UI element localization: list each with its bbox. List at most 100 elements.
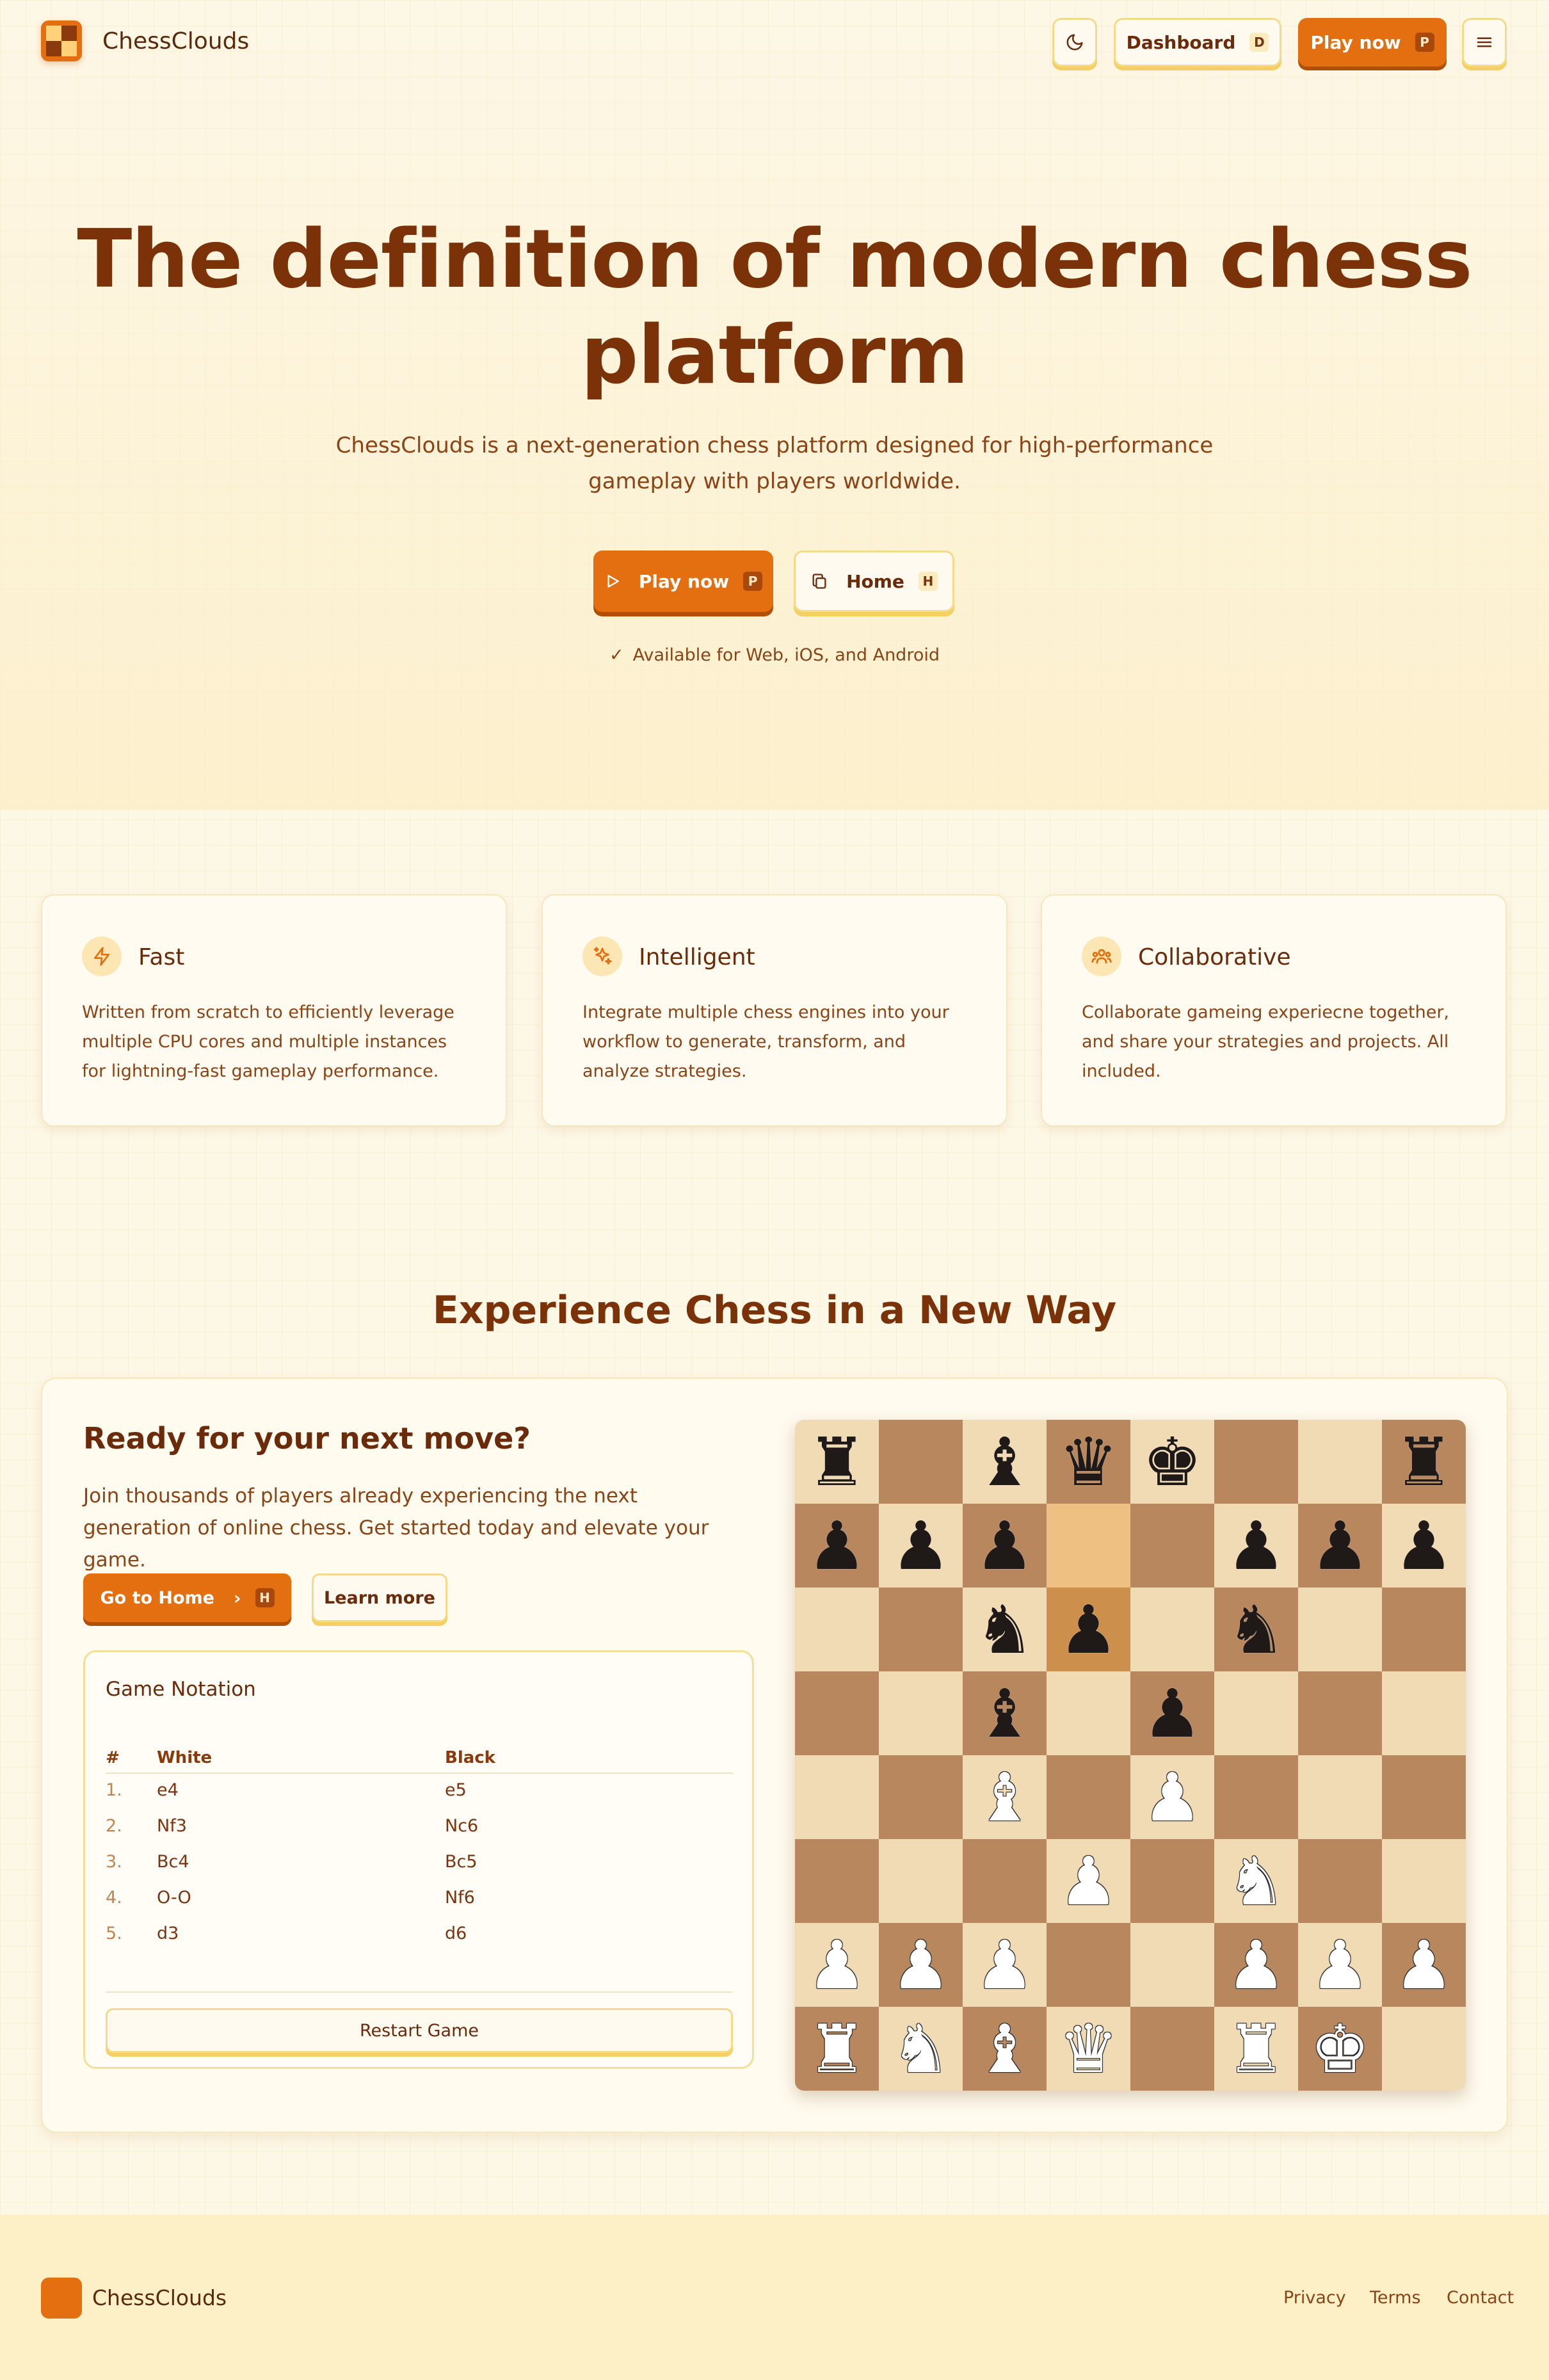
square-c8[interactable]: ♝ <box>963 1420 1047 1504</box>
square-g1[interactable]: ♚ <box>1298 2007 1382 2091</box>
black-bishop-piece[interactable]: ♝ <box>975 1429 1034 1495</box>
square-c1[interactable]: ♝ <box>963 2007 1047 2091</box>
square-h2[interactable]: ♟ <box>1382 1923 1466 2007</box>
white-pawn-piece[interactable]: ♟ <box>891 1932 951 1998</box>
learn-more-button[interactable]: Learn more <box>312 1573 447 1622</box>
black-pawn-piece[interactable]: ♟ <box>1394 1513 1454 1579</box>
square-h5[interactable] <box>1382 1671 1466 1755</box>
white-pawn-piece[interactable]: ♟ <box>1310 1932 1370 1998</box>
white-bishop-piece[interactable]: ♝ <box>975 1764 1034 1831</box>
square-b3[interactable] <box>879 1839 963 1923</box>
footer-brand[interactable]: ChessClouds <box>92 2285 227 2310</box>
square-e6[interactable] <box>1130 1588 1214 1671</box>
white-knight-piece[interactable]: ♞ <box>891 2016 951 2082</box>
square-e1[interactable] <box>1130 2007 1214 2091</box>
hero-home-button[interactable]: Home H <box>794 551 954 612</box>
square-h1[interactable] <box>1382 2007 1466 2091</box>
white-pawn-piece[interactable]: ♟ <box>1143 1764 1202 1831</box>
square-g7[interactable]: ♟ <box>1298 1504 1382 1588</box>
theme-toggle-button[interactable] <box>1052 18 1097 67</box>
square-g8[interactable] <box>1298 1420 1382 1504</box>
square-c5[interactable]: ♝ <box>963 1671 1047 1755</box>
go-to-home-button[interactable]: Go to Home › H <box>83 1573 291 1622</box>
square-h3[interactable] <box>1382 1839 1466 1923</box>
square-f1[interactable]: ♜ <box>1214 2007 1298 2091</box>
square-a5[interactable] <box>795 1671 879 1755</box>
black-bishop-piece[interactable]: ♝ <box>975 1680 1034 1747</box>
square-d1[interactable]: ♛ <box>1047 2007 1130 2091</box>
black-knight-piece[interactable]: ♞ <box>1226 1596 1286 1663</box>
square-d3[interactable]: ♟ <box>1047 1839 1130 1923</box>
square-d2[interactable] <box>1047 1923 1130 2007</box>
square-a2[interactable]: ♟ <box>795 1923 879 2007</box>
brand-logo[interactable] <box>41 20 82 61</box>
square-a3[interactable] <box>795 1839 879 1923</box>
square-f4[interactable] <box>1214 1755 1298 1839</box>
white-pawn-piece[interactable]: ♟ <box>1059 1848 1118 1915</box>
black-queen-piece[interactable]: ♛ <box>1059 1429 1118 1495</box>
white-pawn-piece[interactable]: ♟ <box>1394 1932 1454 1998</box>
square-g3[interactable] <box>1298 1839 1382 1923</box>
square-d7[interactable] <box>1047 1504 1130 1588</box>
dashboard-button[interactable]: Dashboard D <box>1114 18 1281 67</box>
restart-game-button[interactable]: Restart Game <box>106 2008 733 2053</box>
square-h4[interactable] <box>1382 1755 1466 1839</box>
footer-link-contact[interactable]: Contact <box>1447 2288 1514 2308</box>
square-d8[interactable]: ♛ <box>1047 1420 1130 1504</box>
square-a1[interactable]: ♜ <box>795 2007 879 2091</box>
square-c4[interactable]: ♝ <box>963 1755 1047 1839</box>
square-h8[interactable]: ♜ <box>1382 1420 1466 1504</box>
white-pawn-piece[interactable]: ♟ <box>1226 1932 1286 1998</box>
square-d4[interactable] <box>1047 1755 1130 1839</box>
square-f3[interactable]: ♞ <box>1214 1839 1298 1923</box>
black-pawn-piece[interactable]: ♟ <box>975 1513 1034 1579</box>
square-b5[interactable] <box>879 1671 963 1755</box>
square-b8[interactable] <box>879 1420 963 1504</box>
square-g6[interactable] <box>1298 1588 1382 1671</box>
black-rook-piece[interactable]: ♜ <box>1394 1429 1454 1495</box>
square-g5[interactable] <box>1298 1671 1382 1755</box>
square-g4[interactable] <box>1298 1755 1382 1839</box>
footer-link-privacy[interactable]: Privacy <box>1283 2288 1346 2308</box>
white-rook-piece[interactable]: ♜ <box>807 2016 867 2082</box>
black-knight-piece[interactable]: ♞ <box>975 1596 1034 1663</box>
square-d6[interactable]: ♟ <box>1047 1588 1130 1671</box>
square-h6[interactable] <box>1382 1588 1466 1671</box>
square-c3[interactable] <box>963 1839 1047 1923</box>
footer-link-terms[interactable]: Terms <box>1370 2288 1421 2308</box>
black-pawn-piece[interactable]: ♟ <box>891 1513 951 1579</box>
square-b1[interactable]: ♞ <box>879 2007 963 2091</box>
hero-play-now-button[interactable]: Play now P <box>593 551 773 612</box>
square-b7[interactable]: ♟ <box>879 1504 963 1588</box>
square-f2[interactable]: ♟ <box>1214 1923 1298 2007</box>
square-d5[interactable] <box>1047 1671 1130 1755</box>
square-h7[interactable]: ♟ <box>1382 1504 1466 1588</box>
black-king-piece[interactable]: ♚ <box>1143 1429 1202 1495</box>
black-pawn-piece[interactable]: ♟ <box>1226 1513 1286 1579</box>
white-rook-piece[interactable]: ♜ <box>1226 2016 1286 2082</box>
white-knight-piece[interactable]: ♞ <box>1226 1848 1286 1915</box>
square-e4[interactable]: ♟ <box>1130 1755 1214 1839</box>
square-e2[interactable] <box>1130 1923 1214 2007</box>
square-a6[interactable] <box>795 1588 879 1671</box>
white-pawn-piece[interactable]: ♟ <box>807 1932 867 1998</box>
square-e5[interactable]: ♟ <box>1130 1671 1214 1755</box>
square-c6[interactable]: ♞ <box>963 1588 1047 1671</box>
square-c2[interactable]: ♟ <box>963 1923 1047 2007</box>
square-b6[interactable] <box>879 1588 963 1671</box>
brand-name[interactable]: ChessClouds <box>102 28 249 54</box>
square-a8[interactable]: ♜ <box>795 1420 879 1504</box>
square-c7[interactable]: ♟ <box>963 1504 1047 1588</box>
white-king-piece[interactable]: ♚ <box>1310 2016 1370 2082</box>
square-b2[interactable]: ♟ <box>879 1923 963 2007</box>
square-a4[interactable] <box>795 1755 879 1839</box>
square-f7[interactable]: ♟ <box>1214 1504 1298 1588</box>
square-a7[interactable]: ♟ <box>795 1504 879 1588</box>
white-queen-piece[interactable]: ♛ <box>1059 2016 1118 2082</box>
chess-board[interactable]: ♜ ♝ ♛ ♚ ♜ ♟ ♟ ♟ ♟ ♟ ♟ ♞ ♟ ♞ ♝ ♟ ♝ ♟ ♟ ♞ ♟ ♟ ♟ ♟ ♟ ♟ ♜ ♞ ♝ ♛ ♜ ♚ <box>795 1420 1466 2091</box>
square-e3[interactable] <box>1130 1839 1214 1923</box>
white-bishop-piece[interactable]: ♝ <box>975 2016 1034 2082</box>
black-rook-piece[interactable]: ♜ <box>807 1429 867 1495</box>
white-pawn-piece[interactable]: ♟ <box>975 1932 1034 1998</box>
square-e7[interactable] <box>1130 1504 1214 1588</box>
